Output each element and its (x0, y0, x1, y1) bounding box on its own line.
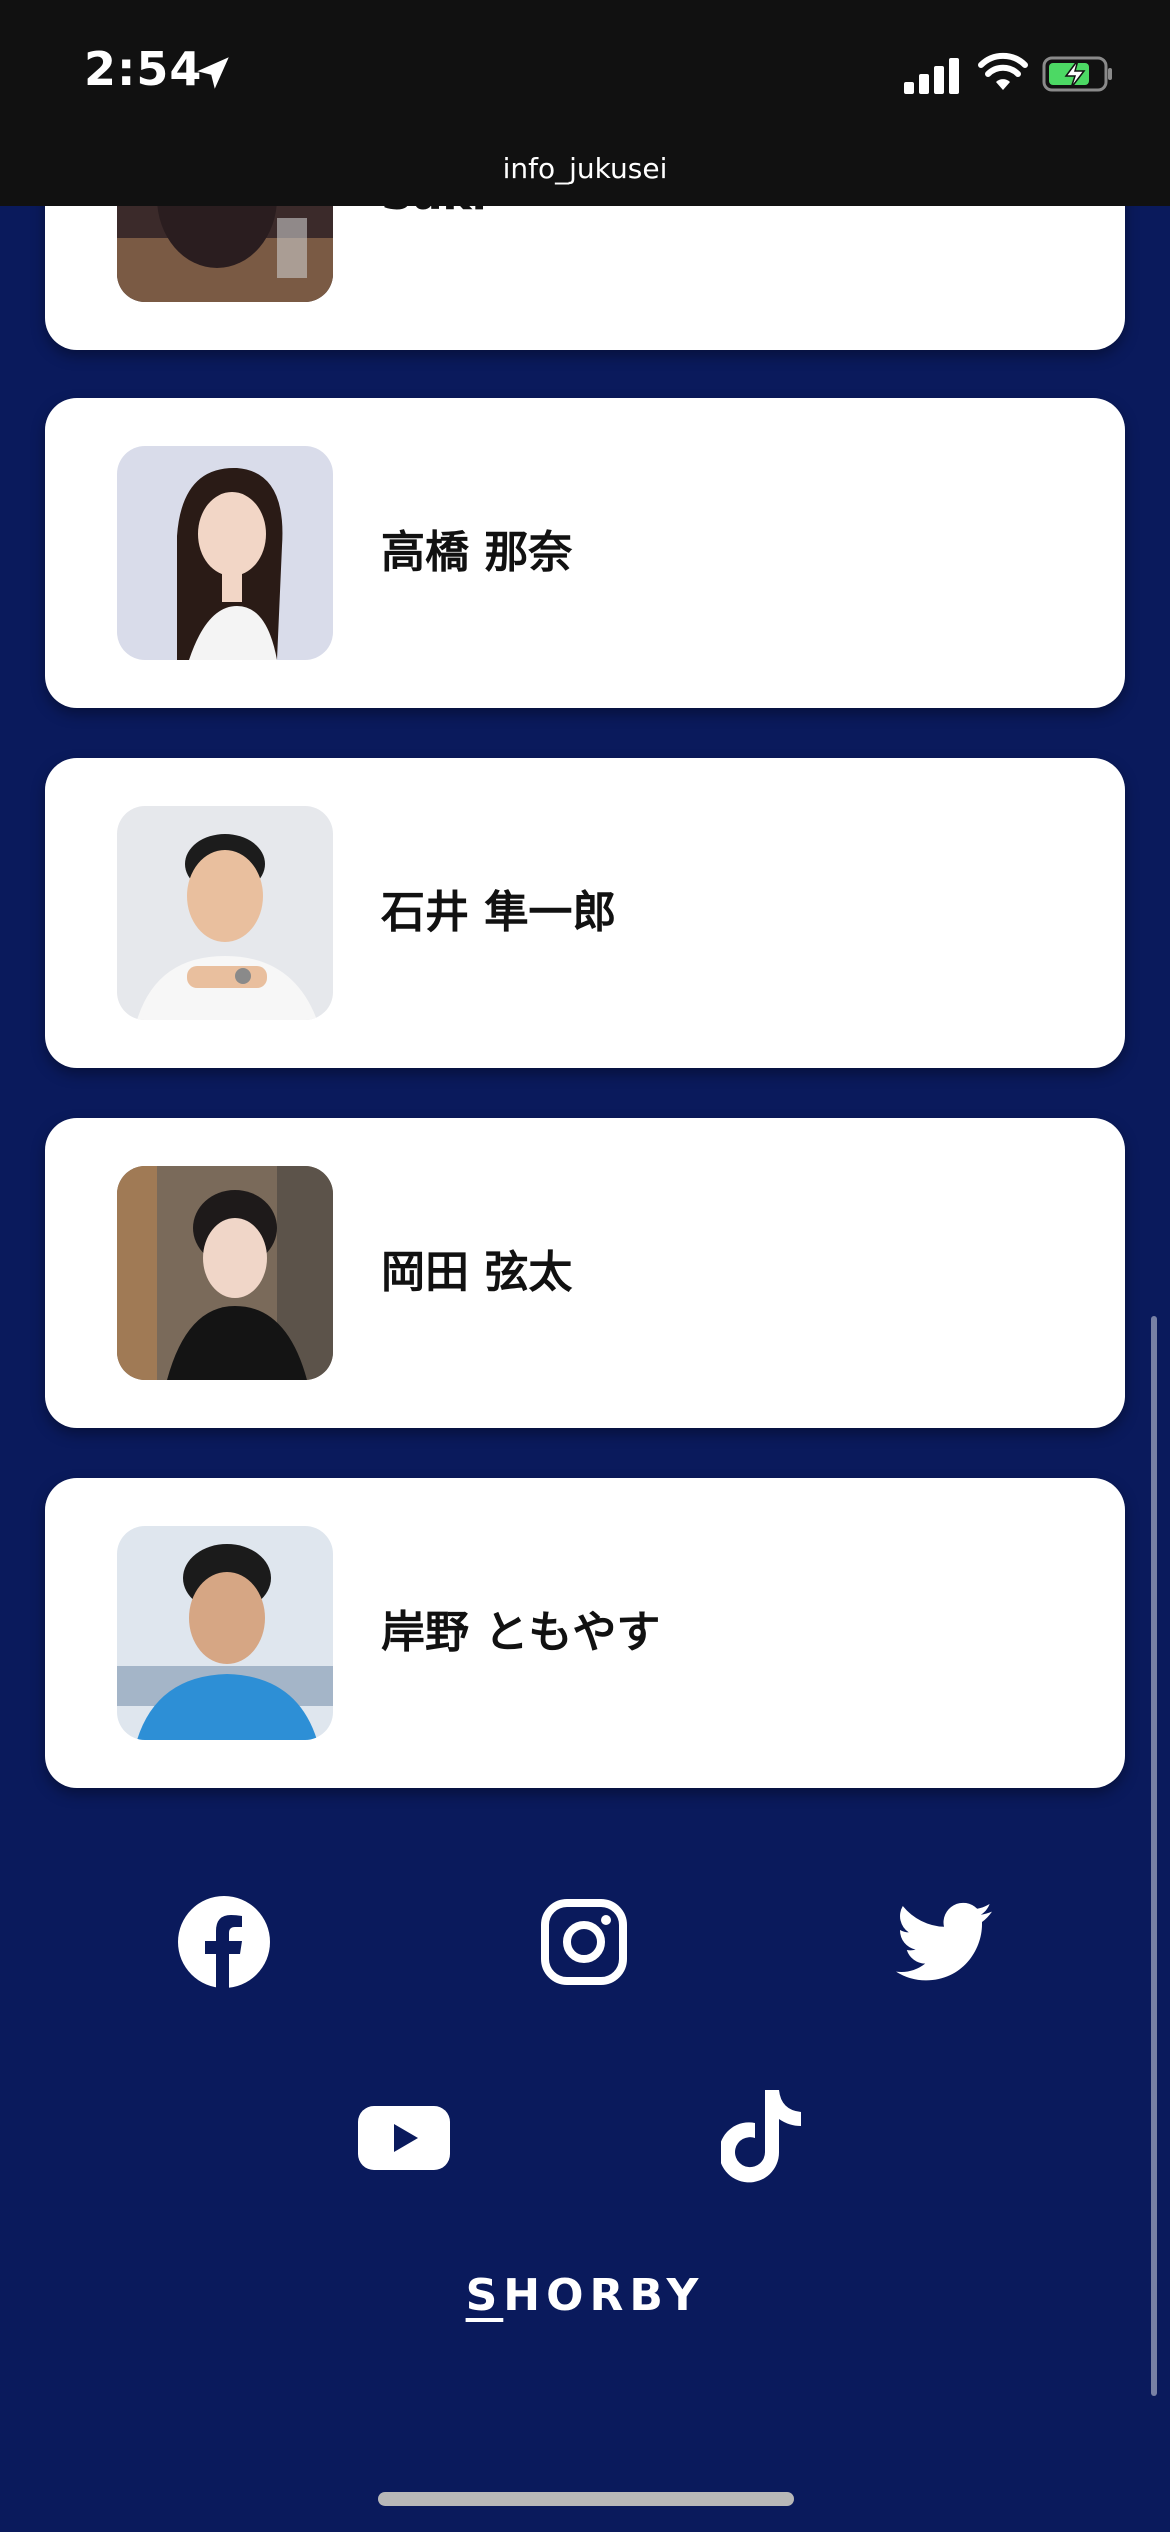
profile-name: 石井 隼一郎 (381, 887, 617, 938)
brand-rest: HORBY (503, 2270, 705, 2321)
location-arrow-icon (197, 57, 229, 89)
profile-card[interactable]: 岸野 ともやす (45, 1478, 1125, 1788)
status-bar: 2:54 info_jukusei (0, 0, 1170, 206)
home-indicator[interactable] (378, 2492, 794, 2506)
tiktok-icon[interactable] (714, 2086, 814, 2186)
profile-card[interactable]: 石井 隼一郎 (45, 758, 1125, 1068)
profile-photo (117, 1166, 333, 1380)
brand-first-letter: S (465, 2270, 504, 2321)
profile-photo (117, 1526, 333, 1740)
profile-name: 岸野 ともやす (381, 1607, 661, 1658)
profile-name: 岡田 弦太 (381, 1247, 573, 1298)
twitter-icon[interactable] (894, 1892, 994, 1992)
facebook-icon[interactable] (174, 1892, 274, 1992)
profile-card[interactable]: 岡田 弦太 (45, 1118, 1125, 1428)
profile-card[interactable]: 高橋 那奈 (45, 398, 1125, 708)
page-url: info_jukusei (502, 152, 668, 185)
profile-photo (117, 446, 333, 660)
wifi-icon (978, 52, 1028, 90)
brand-logo[interactable]: SHORBY (0, 2270, 1170, 2321)
profile-photo (117, 806, 333, 1020)
profile-name: 高橋 那奈 (381, 527, 573, 578)
cellular-signal-icon (904, 58, 959, 94)
instagram-icon[interactable] (534, 1892, 634, 1992)
battery-charging-icon (1042, 56, 1112, 92)
status-time: 2:54 (84, 42, 203, 96)
scrollbar[interactable] (1151, 1316, 1157, 2396)
youtube-icon[interactable] (354, 2088, 454, 2188)
